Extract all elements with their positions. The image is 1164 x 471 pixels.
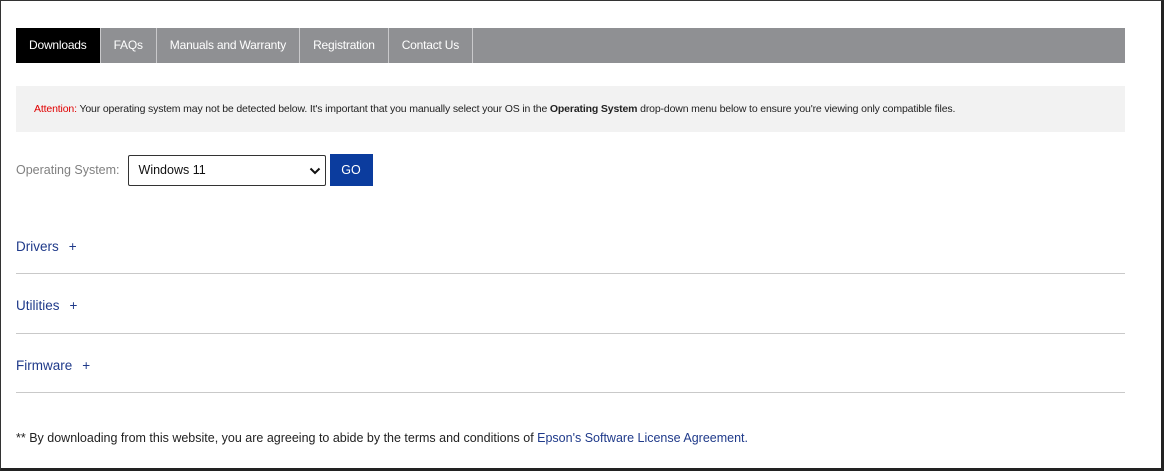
utilities-section: Utilities +	[16, 274, 1125, 334]
os-selector-row: Operating System: Windows 11 GO	[16, 154, 373, 186]
plus-icon: +	[68, 239, 77, 254]
drivers-toggle[interactable]: Drivers +	[16, 239, 77, 254]
license-notice-text: ** By downloading from this website, you…	[16, 431, 538, 445]
firmware-section: Firmware +	[16, 334, 1125, 393]
utilities-toggle[interactable]: Utilities +	[16, 298, 77, 313]
tab-contact-us[interactable]: Contact Us	[389, 28, 474, 63]
firmware-toggle[interactable]: Firmware +	[16, 358, 90, 373]
alert-text-part2: drop-down menu below to ensure you're vi…	[637, 103, 956, 115]
license-notice: ** By downloading from this website, you…	[16, 431, 748, 445]
attention-label: Attention:	[34, 103, 77, 115]
alert-text-part1: Your operating system may not be detecte…	[76, 103, 550, 115]
os-dropdown[interactable]: Windows 11	[127, 154, 326, 186]
alert-bold-text: Operating System	[549, 103, 638, 115]
chevron-down-icon	[309, 167, 320, 174]
license-agreement-link[interactable]: Epson's Software License Agreement.	[537, 431, 748, 445]
plus-icon: +	[69, 298, 78, 313]
tab-faqs[interactable]: FAQs	[101, 28, 157, 63]
tab-manuals-and-warranty[interactable]: Manuals and Warranty	[157, 28, 301, 63]
go-button[interactable]: GO	[329, 154, 373, 186]
tab-registration[interactable]: Registration	[300, 28, 389, 63]
os-detection-alert: Attention: Your operating system may not…	[16, 86, 1125, 132]
tab-downloads[interactable]: Downloads	[16, 28, 101, 63]
plus-icon: +	[82, 358, 91, 373]
firmware-label: Firmware	[16, 358, 73, 373]
support-tab-bar: Downloads FAQs Manuals and Warranty Regi…	[16, 28, 1125, 63]
drivers-label: Drivers	[16, 239, 59, 254]
drivers-section: Drivers +	[16, 214, 1125, 274]
os-selected-value: Windows 11	[138, 162, 206, 177]
utilities-label: Utilities	[16, 298, 60, 313]
os-label: Operating System:	[16, 163, 120, 177]
